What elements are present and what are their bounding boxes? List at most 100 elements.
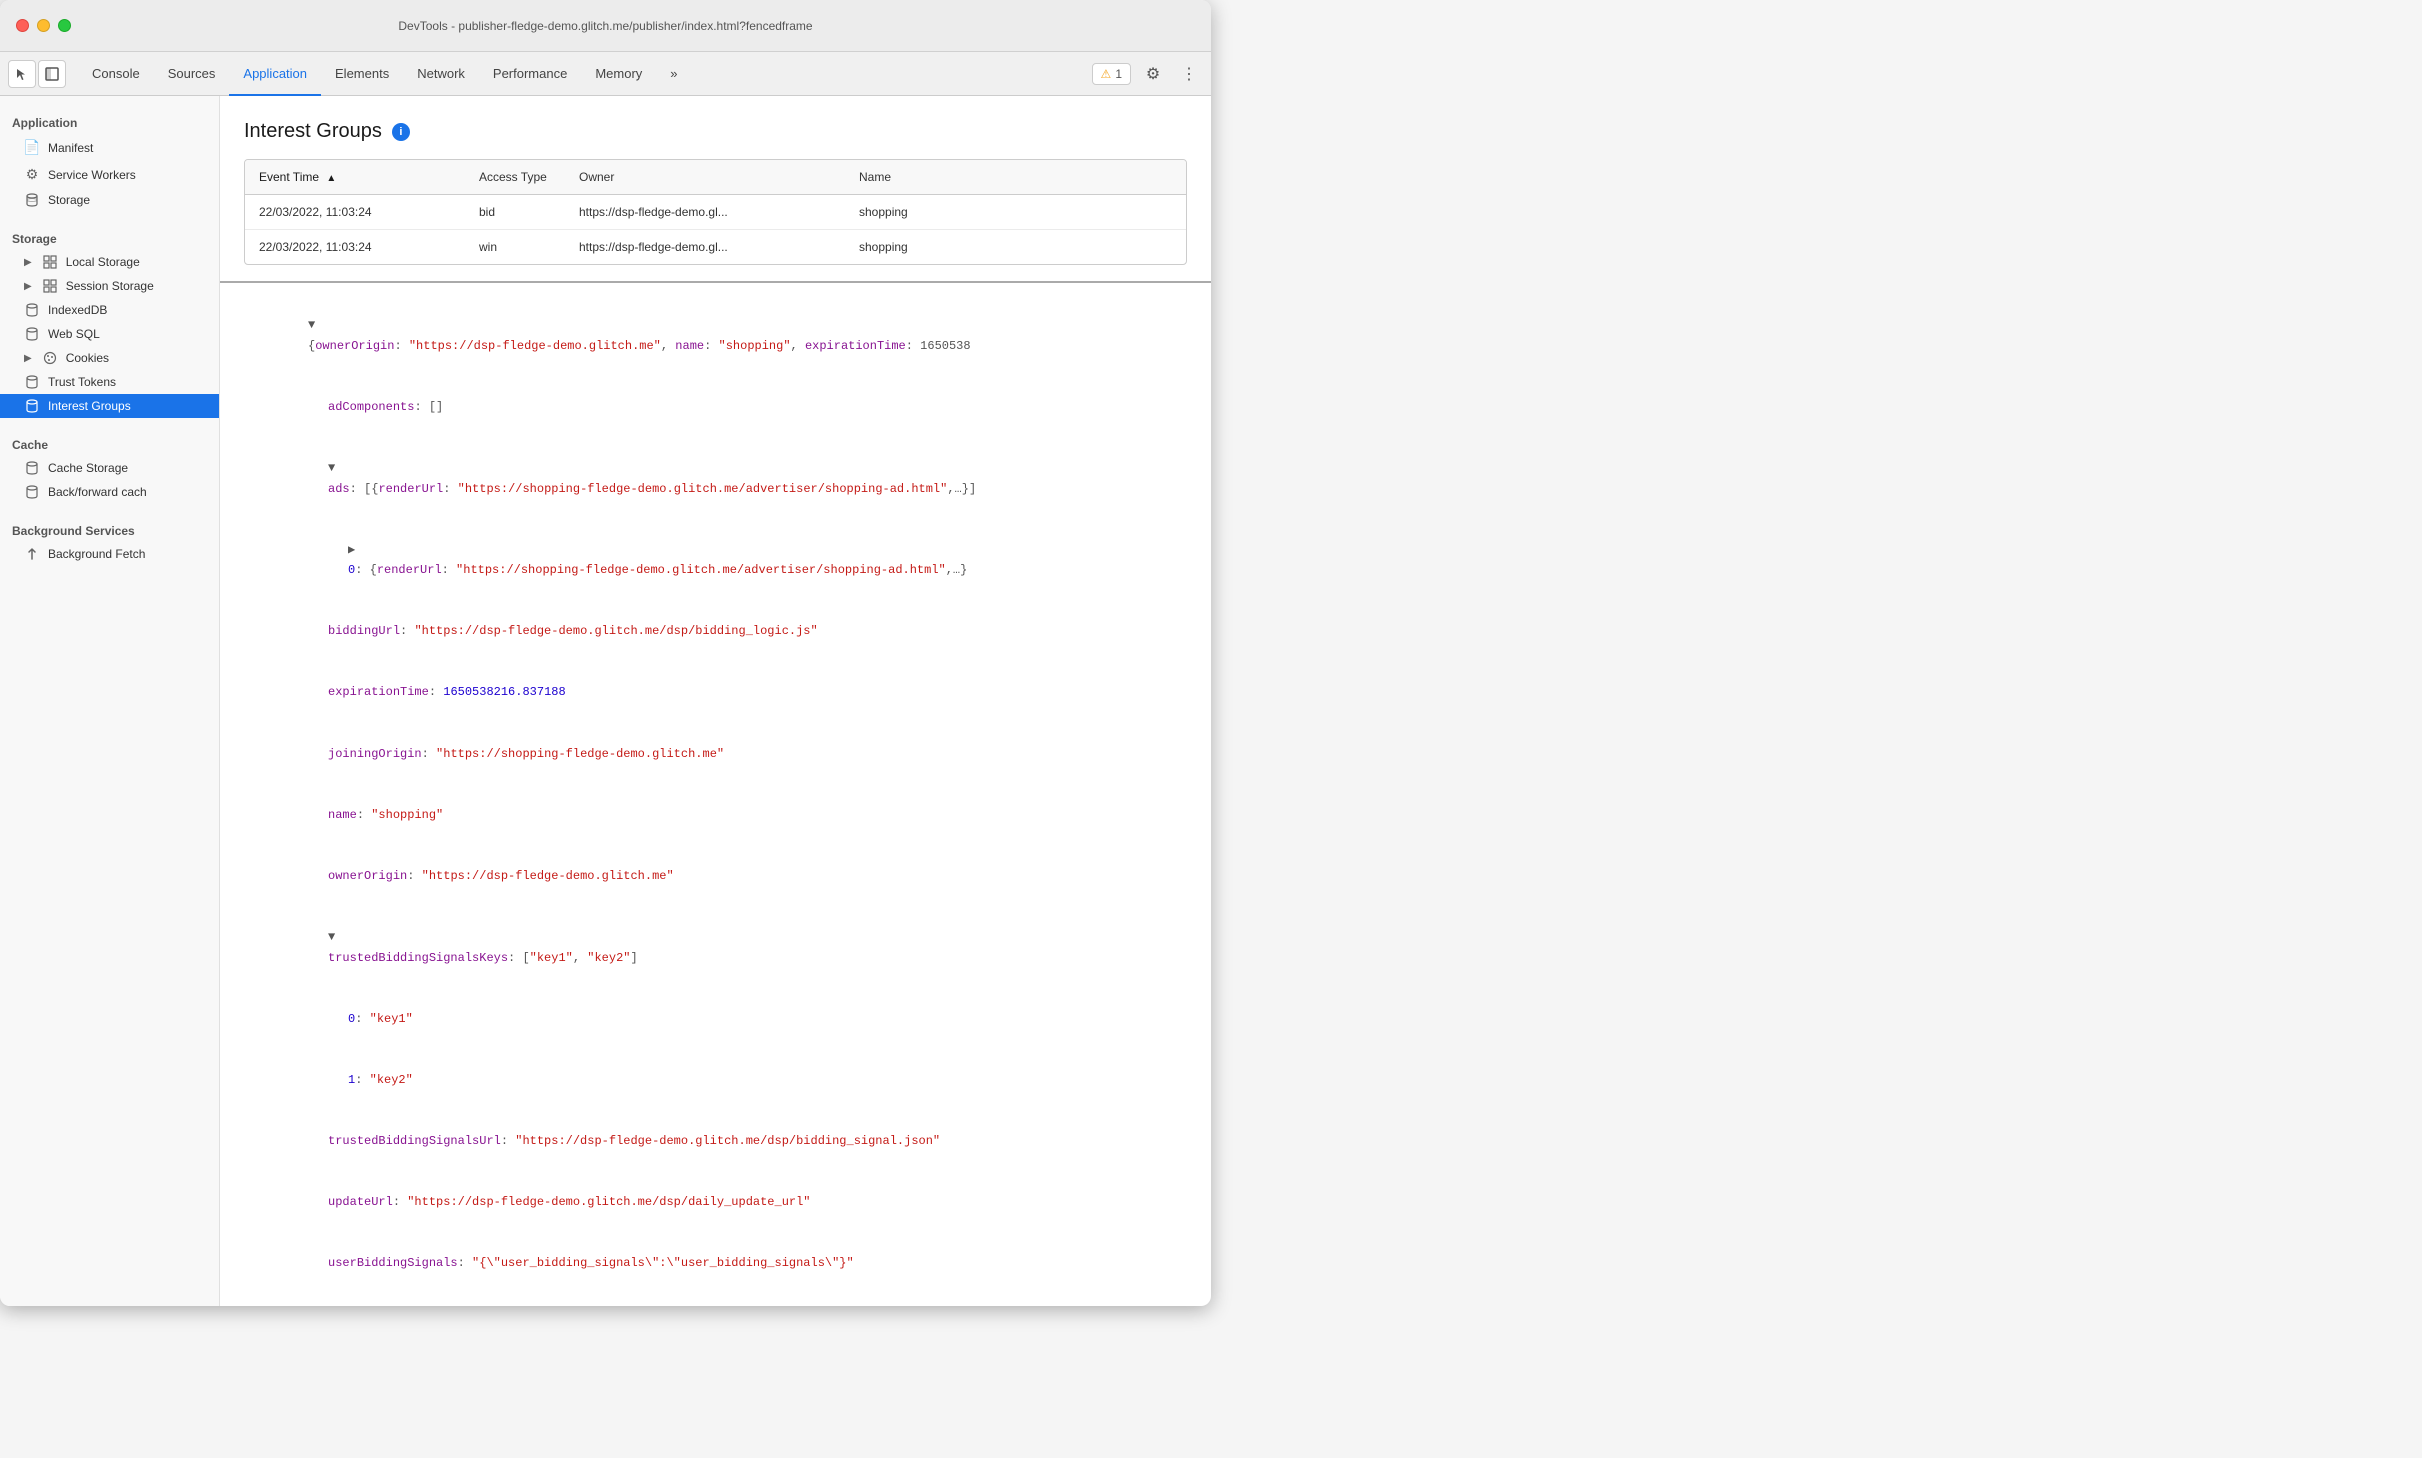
cursor-icon-btn[interactable]: [8, 60, 36, 88]
toolbar: Console Sources Application Elements Net…: [0, 52, 1211, 96]
sidebar-item-interest-groups[interactable]: Interest Groups: [0, 394, 219, 418]
expand-icon-2[interactable]: [328, 461, 335, 475]
tab-elements[interactable]: Elements: [321, 52, 403, 96]
toolbar-tabs: Console Sources Application Elements Net…: [78, 52, 692, 95]
db-icon-3: [24, 327, 40, 341]
table-row[interactable]: 22/03/2022, 11:03:24 bid https://dsp-fle…: [245, 195, 1186, 230]
sidebar-section-cache: Cache: [0, 426, 219, 456]
interest-groups-table: Event Time ▲ Access Type Owner Name: [244, 159, 1187, 265]
cell-name: shopping: [845, 230, 1186, 265]
expand-icon-3[interactable]: [348, 543, 355, 557]
db-icon-active: [24, 399, 40, 413]
sidebar-item-trust-tokens[interactable]: Trust Tokens: [0, 370, 219, 394]
cell-owner: https://dsp-fledge-demo.gl...: [565, 195, 845, 230]
settings-button[interactable]: ⚙: [1139, 60, 1167, 88]
info-icon[interactable]: i: [392, 123, 410, 141]
sidebar-item-background-fetch[interactable]: Background Fetch: [0, 542, 219, 566]
expand-arrow-icon: ▶: [24, 281, 32, 292]
cell-name: shopping: [845, 195, 1186, 230]
devtools-window: DevTools - publisher-fledge-demo.glitch.…: [0, 0, 1211, 1306]
db-icon-2: [24, 303, 40, 317]
tab-sources[interactable]: Sources: [154, 52, 230, 96]
more-icon: ⋮: [1181, 64, 1197, 84]
col-header-access-type[interactable]: Access Type: [465, 160, 565, 195]
minimize-button[interactable]: [37, 19, 50, 32]
cell-access-type: bid: [465, 195, 565, 230]
grid-icon-2: [42, 279, 58, 293]
content-area: Interest Groups i Event Time ▲ Access Ty…: [220, 96, 1211, 1306]
expand-arrow-icon: ▶: [24, 257, 32, 268]
arrow-up-icon: [24, 547, 40, 561]
settings-icon: ⚙: [1146, 64, 1160, 84]
page-title: Interest Groups: [244, 120, 382, 143]
expand-arrow-icon: ▶: [24, 353, 32, 364]
sidebar-item-cache-storage[interactable]: Cache Storage: [0, 456, 219, 480]
sidebar-item-cookies[interactable]: ▶ Cookies: [0, 346, 219, 370]
db-icon-4: [24, 375, 40, 389]
detail-line-12: trustedBiddingSignalsUrl: "https://dsp-f…: [236, 1111, 1195, 1172]
sidebar-section-storage: Storage: [0, 220, 219, 250]
detail-line-6: joiningOrigin: "https://shopping-fledge-…: [236, 723, 1195, 784]
content-header: Interest Groups i: [220, 96, 1211, 159]
grid-icon: [42, 255, 58, 269]
traffic-lights: [16, 19, 71, 32]
sidebar-item-web-sql[interactable]: Web SQL: [0, 322, 219, 346]
sidebar-item-manifest[interactable]: 📄 Manifest: [0, 134, 219, 161]
sidebar-item-indexeddb[interactable]: IndexedDB: [0, 298, 219, 322]
tab-network[interactable]: Network: [403, 52, 479, 96]
detail-line-0: {ownerOrigin: "https://dsp-fledge-demo.g…: [236, 295, 1195, 377]
sidebar-item-back-forward-cache[interactable]: Back/forward cach: [0, 480, 219, 504]
detail-line-3: 0: {renderUrl: "https://shopping-fledge-…: [236, 519, 1195, 601]
db-icon-5: [24, 461, 40, 475]
close-button[interactable]: [16, 19, 29, 32]
tab-application[interactable]: Application: [229, 52, 321, 96]
detail-line-13: updateUrl: "https://dsp-fledge-demo.glit…: [236, 1172, 1195, 1233]
db-icon-6: [24, 485, 40, 499]
sidebar: Application 📄 Manifest ⚙ Service Workers…: [0, 96, 220, 1306]
cell-event-time: 22/03/2022, 11:03:24: [245, 230, 465, 265]
detail-pane: {ownerOrigin: "https://dsp-fledge-demo.g…: [220, 281, 1211, 1306]
sidebar-item-local-storage[interactable]: ▶ Local Storage: [0, 250, 219, 274]
sidebar-section-application: Application: [0, 104, 219, 134]
tab-more[interactable]: »: [656, 52, 691, 96]
warning-badge[interactable]: ⚠ 1: [1092, 63, 1131, 85]
sidebar-item-storage-app[interactable]: Storage: [0, 188, 219, 212]
toolbar-right: ⚠ 1 ⚙ ⋮: [1092, 60, 1203, 88]
detail-line-10: 0: "key1": [236, 988, 1195, 1049]
cell-owner: https://dsp-fledge-demo.gl...: [565, 230, 845, 265]
toolbar-icons: [8, 60, 66, 88]
detail-line-1: adComponents: []: [236, 377, 1195, 438]
window-title: DevTools - publisher-fledge-demo.glitch.…: [398, 19, 812, 33]
detail-line-4: biddingUrl: "https://dsp-fledge-demo.gli…: [236, 601, 1195, 662]
sort-arrow-icon: ▲: [326, 173, 336, 184]
detail-line-8: ownerOrigin: "https://dsp-fledge-demo.gl…: [236, 846, 1195, 907]
expand-icon-4[interactable]: [328, 930, 335, 944]
more-button[interactable]: ⋮: [1175, 60, 1203, 88]
detail-line-14: userBiddingSignals: "{\"user_bidding_sig…: [236, 1233, 1195, 1294]
gear-icon: ⚙: [24, 166, 40, 183]
detail-line-5: expirationTime: 1650538216.837188: [236, 662, 1195, 723]
col-header-name[interactable]: Name: [845, 160, 1186, 195]
detail-line-7: name: "shopping": [236, 784, 1195, 845]
maximize-button[interactable]: [58, 19, 71, 32]
col-header-event-time[interactable]: Event Time ▲: [245, 160, 465, 195]
col-header-owner[interactable]: Owner: [565, 160, 845, 195]
sidebar-item-service-workers[interactable]: ⚙ Service Workers: [0, 161, 219, 188]
tab-performance[interactable]: Performance: [479, 52, 581, 96]
detail-line-9: trustedBiddingSignalsKeys: ["key1", "key…: [236, 907, 1195, 989]
db-icon: [24, 193, 40, 207]
sidebar-section-bg-services: Background Services: [0, 512, 219, 542]
detail-line-2: ads: [{renderUrl: "https://shopping-fled…: [236, 438, 1195, 520]
tab-console[interactable]: Console: [78, 52, 154, 96]
main-layout: Application 📄 Manifest ⚙ Service Workers…: [0, 96, 1211, 1306]
titlebar: DevTools - publisher-fledge-demo.glitch.…: [0, 0, 1211, 52]
cookie-icon: [42, 351, 58, 365]
sidebar-item-session-storage[interactable]: ▶ Session Storage: [0, 274, 219, 298]
cell-access-type: win: [465, 230, 565, 265]
warning-count: 1: [1115, 67, 1122, 81]
table-row[interactable]: 22/03/2022, 11:03:24 win https://dsp-fle…: [245, 230, 1186, 265]
tab-memory[interactable]: Memory: [581, 52, 656, 96]
expand-icon[interactable]: [308, 318, 315, 332]
warning-icon: ⚠: [1101, 67, 1112, 81]
dock-icon-btn[interactable]: [38, 60, 66, 88]
